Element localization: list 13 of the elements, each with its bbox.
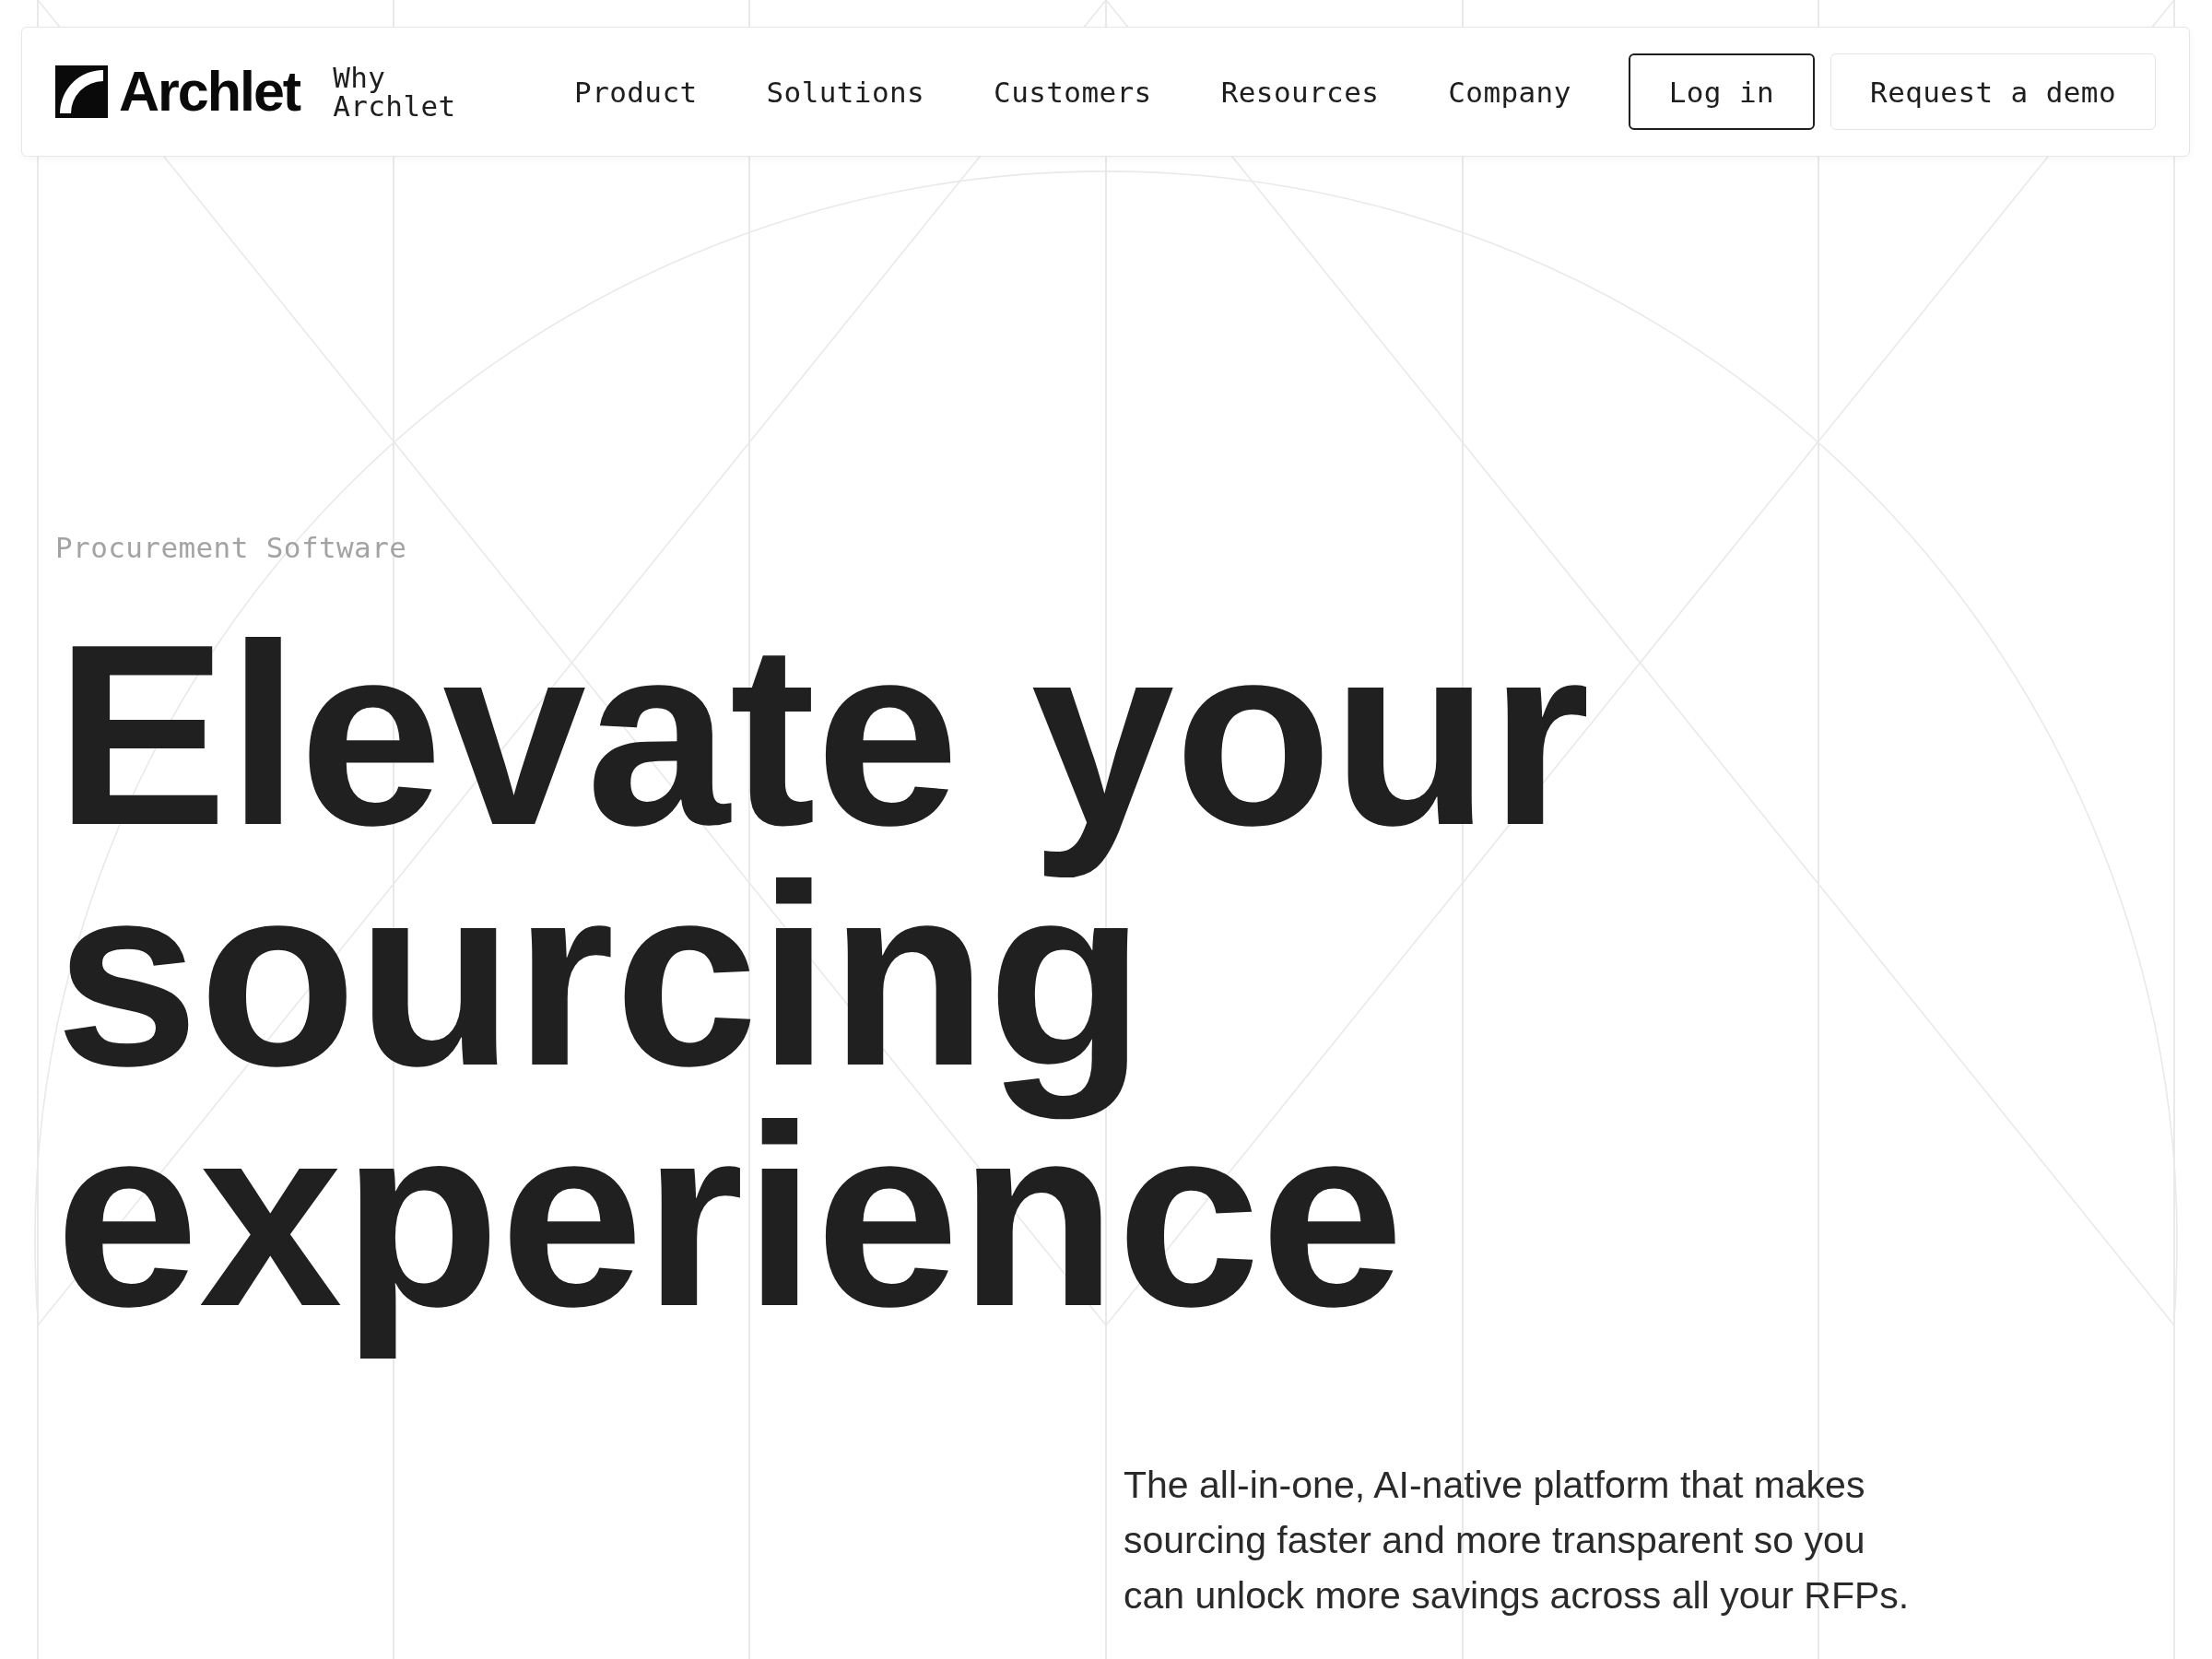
demo-button[interactable]: Request a demo bbox=[1830, 53, 2156, 130]
nav-link[interactable]: Resources bbox=[1220, 75, 1380, 109]
nav-link[interactable]: Customers bbox=[994, 75, 1152, 109]
nav-link[interactable]: Product bbox=[574, 75, 698, 109]
hero-description: The all-in-one, AI-native platform that makes sourcing faster and more transparent so you can unlock more savings across all your RFPs. bbox=[1124, 1463, 1911, 1618]
hero-headline: Elevate your sourcing experience bbox=[55, 615, 1592, 1361]
logo-icon bbox=[55, 65, 108, 118]
nav-link[interactable]: Solutions bbox=[766, 75, 925, 109]
nav-link[interactable]: Company bbox=[1448, 75, 1571, 109]
eyebrow-label: Procurement Software bbox=[55, 530, 407, 566]
login-button[interactable]: Log in bbox=[1628, 53, 1816, 130]
logo-wordmark: Archlet bbox=[119, 64, 301, 120]
nav-link[interactable]: Why Archlet bbox=[333, 63, 456, 121]
